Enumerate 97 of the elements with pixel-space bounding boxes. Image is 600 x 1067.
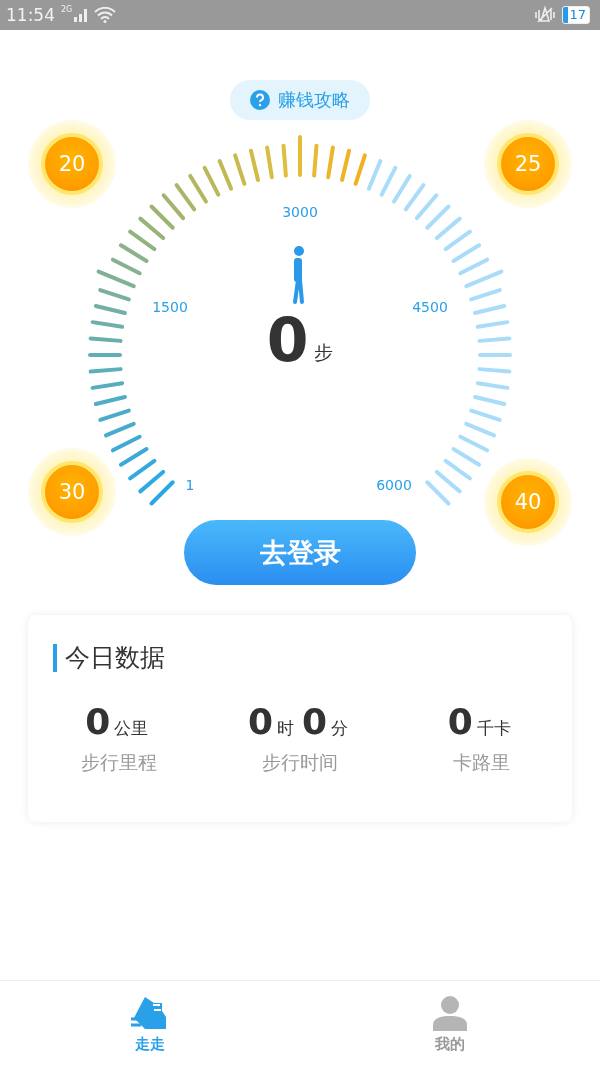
- coin-bubble[interactable]: 20: [28, 120, 116, 208]
- gauge-tick: [98, 408, 131, 422]
- gauge-tick: [478, 353, 512, 357]
- gauge-tick: [149, 480, 175, 506]
- vibrate-icon: [534, 6, 557, 24]
- gauge-tick: [298, 135, 302, 177]
- help-icon: [250, 90, 270, 110]
- gauge-tick: [434, 469, 462, 494]
- gauge-tick: [249, 148, 260, 182]
- gauge-tick: [414, 193, 439, 221]
- gauge-tick: [98, 288, 131, 302]
- gauge-tick: [379, 165, 398, 197]
- gauge-tick: [281, 143, 288, 178]
- gauge-tick: [477, 336, 512, 343]
- gauge-tick: [202, 165, 221, 197]
- stat-value: 0: [247, 704, 273, 740]
- gauge-tick: [458, 434, 490, 453]
- gauge-tick: [96, 269, 136, 289]
- gauge-tick: [104, 421, 136, 438]
- gauge-tick: [340, 148, 351, 182]
- gauge-tick: [90, 381, 125, 390]
- stat-unit: 分: [331, 717, 349, 740]
- gauge-tick: [93, 304, 127, 315]
- wifi-icon: [94, 7, 117, 23]
- gauge-tick: [188, 173, 208, 204]
- gauge-tick: [475, 381, 510, 390]
- stat-unit: 公里: [114, 717, 149, 740]
- coin-bubble[interactable]: 30: [28, 448, 116, 536]
- gauge-tick: [464, 269, 504, 289]
- gauge-tick: [469, 408, 502, 422]
- stat-label: 步行时间: [262, 750, 338, 775]
- battery-level: 17: [562, 6, 590, 24]
- gauge-tick: [473, 395, 507, 406]
- step-count: 0: [266, 310, 309, 370]
- user-icon: [432, 994, 468, 1031]
- gauge-tick: [128, 458, 157, 481]
- login-button[interactable]: 去登录: [184, 520, 416, 585]
- gauge-tick: [473, 304, 507, 315]
- gauge-tick: [88, 353, 122, 357]
- scale-label: 6000: [376, 477, 412, 493]
- gauge-tick: [392, 173, 412, 204]
- scale-label: 1: [185, 477, 195, 493]
- shoe-icon: [131, 994, 169, 1031]
- stat-value: 0: [302, 704, 328, 740]
- gauge-tick: [443, 229, 472, 252]
- gauge-tick: [138, 216, 166, 241]
- gauge-tick: [149, 204, 175, 230]
- gauge-tick: [265, 145, 274, 180]
- stat-label: 卡路里: [452, 750, 510, 775]
- gauge-tick: [161, 193, 186, 221]
- gauge-tick: [353, 153, 367, 186]
- card-title: 今日数据: [65, 642, 165, 674]
- gauge-tick: [425, 480, 451, 506]
- gauge-tick: [174, 183, 197, 212]
- gauge-tick: [425, 204, 451, 230]
- gauge-tick: [118, 447, 149, 467]
- stat-unit: 千卡: [476, 717, 511, 740]
- gauge-tick: [458, 257, 490, 276]
- gauge-tick: [110, 257, 142, 276]
- gauge-tick: [451, 447, 482, 467]
- scale-label: 4500: [412, 299, 448, 315]
- stat-value: 0: [85, 704, 111, 740]
- gauge-tick: [434, 216, 462, 241]
- gauge-tick: [451, 243, 482, 263]
- coin-bubble[interactable]: 40: [484, 458, 572, 546]
- stat-unit: 时: [277, 717, 294, 740]
- signal-icon: [74, 8, 89, 22]
- gauge-tick: [138, 469, 166, 494]
- gauge-tick: [217, 159, 234, 191]
- gauge-tick: [110, 434, 142, 453]
- gauge-tick: [93, 395, 127, 406]
- scale-label: 3000: [282, 204, 318, 220]
- title-accent: [53, 643, 57, 672]
- gauge-tick: [366, 159, 383, 191]
- gauge-tick: [88, 336, 123, 343]
- walker-icon: [291, 246, 307, 306]
- stat-label: 步行里程: [80, 750, 157, 775]
- gauge-tick: [88, 367, 123, 374]
- scale-label: 1500: [152, 299, 188, 315]
- gauge-tick: [475, 320, 510, 329]
- gauge-tick: [403, 183, 426, 212]
- status-time: 11:54: [6, 5, 55, 25]
- gauge-tick: [128, 229, 157, 252]
- gauge-tick: [233, 153, 247, 186]
- gauge-tick: [312, 143, 319, 178]
- gauge-tick: [90, 320, 125, 329]
- network-type: 2G: [61, 5, 73, 14]
- gauge-tick: [118, 243, 149, 263]
- gauge-tick: [469, 288, 502, 302]
- step-unit: 步: [314, 340, 334, 365]
- gauge-tick: [443, 458, 472, 481]
- gauge-tick: [326, 145, 335, 180]
- gauge-tick: [477, 367, 512, 374]
- guide-button[interactable]: 赚钱攻略: [230, 80, 370, 120]
- coin-bubble[interactable]: 25: [484, 120, 572, 208]
- stat-value: 0: [447, 704, 473, 740]
- gauge-tick: [464, 421, 496, 438]
